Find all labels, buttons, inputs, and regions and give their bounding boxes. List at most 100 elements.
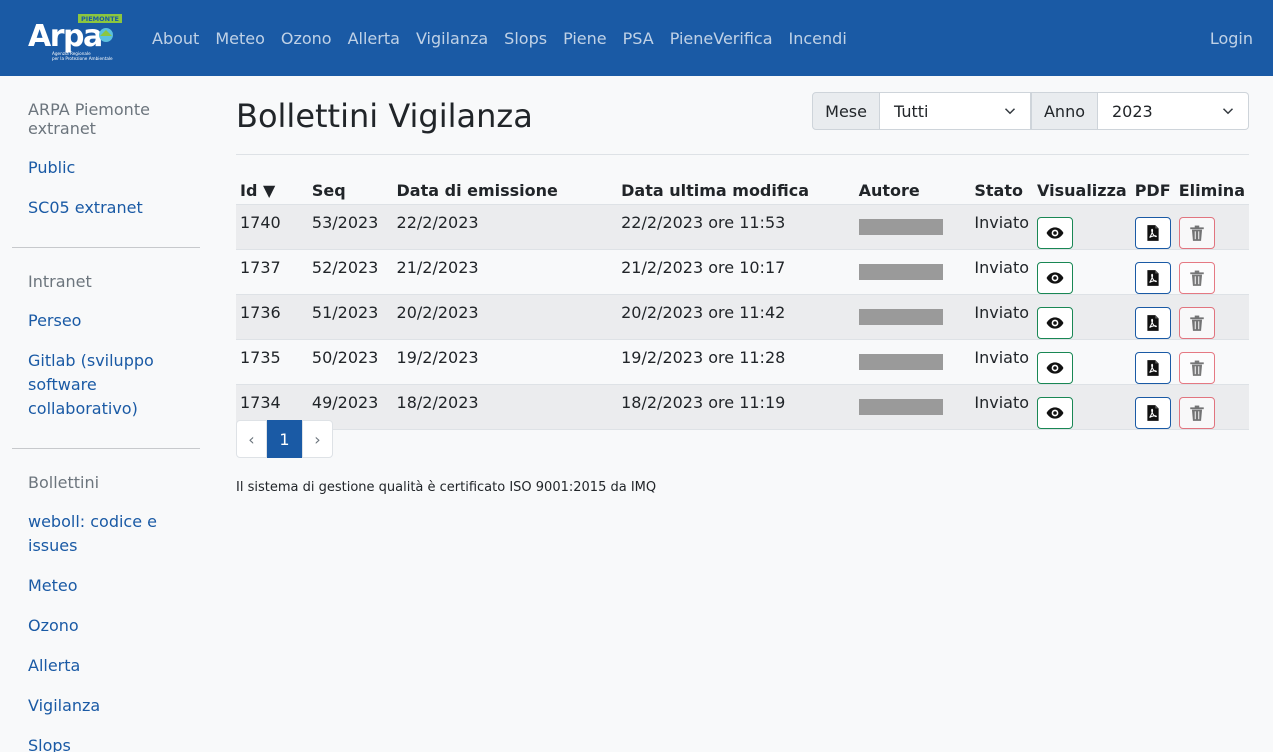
cell-delete — [1174, 339, 1249, 385]
col-view: Visualizza — [1033, 176, 1131, 205]
delete-button[interactable] — [1178, 306, 1215, 339]
year-select[interactable]: 2023 — [1098, 92, 1249, 130]
sidebar-section-intranet: Intranet Perseo Gitlab (sviluppo softwar… — [12, 248, 200, 449]
sidebar-section-bollettini: Bollettini weboll: codice e issues Meteo… — [12, 449, 200, 752]
cell-emission-date: 18/2/2023 — [392, 384, 618, 430]
cell-emission-date: 20/2/2023 — [392, 294, 618, 340]
pdf-button[interactable] — [1134, 396, 1171, 429]
month-select[interactable]: Tutti — [879, 92, 1031, 130]
sidebar-link-sc05-extranet[interactable]: SC05 extranet — [12, 188, 200, 228]
cell-delete — [1174, 204, 1249, 250]
delete-button[interactable] — [1178, 351, 1215, 384]
cell-id: 1737 — [236, 249, 308, 295]
cell-pdf — [1130, 339, 1175, 385]
quality-footer: Il sistema di gestione qualità è certifi… — [236, 480, 657, 495]
cell-view — [1033, 339, 1131, 385]
cell-author — [854, 249, 971, 295]
table-row: 1734 49/2023 18/2/2023 18/2/2023 ore 11:… — [236, 384, 1249, 430]
sidebar-link-slops[interactable]: Slops — [12, 726, 200, 752]
filter-bar: Mese Tutti Anno 2023 — [812, 92, 1249, 130]
nav-slops[interactable]: Slops — [496, 29, 555, 48]
cell-view — [1033, 384, 1131, 430]
table-row: 1740 53/2023 22/2/2023 22/2/2023 ore 11:… — [236, 204, 1249, 250]
nav-about[interactable]: About — [144, 29, 207, 48]
pagination-page[interactable]: 1 — [267, 420, 302, 458]
pagination-prev[interactable]: ‹ — [236, 420, 267, 458]
trash-icon — [1190, 405, 1204, 421]
trash-icon — [1190, 360, 1204, 376]
sidebar: ARPA Piemonte extranet Public SC05 extra… — [12, 76, 200, 752]
pagination-next[interactable]: › — [302, 420, 333, 458]
col-status: Stato — [970, 176, 1034, 205]
col-emission-date: Data di emissione — [392, 176, 618, 205]
redacted-author — [858, 308, 943, 325]
login-link[interactable]: Login — [1210, 0, 1253, 76]
sidebar-link-allerta[interactable]: Allerta — [12, 646, 200, 686]
arpa-logo[interactable]: PIEMONTE Arpa Agenzia Regionale per la P… — [28, 14, 130, 62]
cell-emission-date: 22/2/2023 — [392, 204, 618, 250]
sidebar-link-public[interactable]: Public — [12, 148, 200, 188]
sidebar-link-weboll[interactable]: weboll: codice e issues — [12, 502, 200, 566]
sidebar-link-vigilanza[interactable]: Vigilanza — [12, 686, 200, 726]
table-header-row: Id ▼ Seq Data di emissione Data ultima m… — [236, 176, 1249, 205]
nav-ozono[interactable]: Ozono — [273, 29, 340, 48]
delete-button[interactable] — [1178, 396, 1215, 429]
chevron-down-icon — [1004, 108, 1016, 115]
file-pdf-icon — [1147, 224, 1159, 241]
cell-delete — [1174, 249, 1249, 295]
bulletins-table: Id ▼ Seq Data di emissione Data ultima m… — [236, 176, 1249, 430]
nav-psa[interactable]: PSA — [615, 29, 662, 48]
cell-last-modified: 19/2/2023 ore 11:28 — [617, 339, 855, 385]
cell-pdf — [1130, 204, 1175, 250]
eye-icon — [1046, 316, 1064, 329]
sidebar-link-ozono[interactable]: Ozono — [12, 606, 200, 646]
month-label: Mese — [812, 92, 880, 130]
pdf-button[interactable] — [1134, 216, 1171, 249]
sidebar-heading: Bollettini — [28, 473, 100, 492]
cell-seq: 50/2023 — [307, 339, 393, 385]
nav-allerta[interactable]: Allerta — [340, 29, 408, 48]
cell-last-modified: 21/2/2023 ore 10:17 — [617, 249, 855, 295]
month-select-value: Tutti — [893, 101, 929, 121]
cell-author — [854, 384, 971, 430]
cell-id: 1735 — [236, 339, 308, 385]
cell-seq: 51/2023 — [307, 294, 393, 340]
pdf-button[interactable] — [1134, 261, 1171, 294]
view-button[interactable] — [1037, 261, 1074, 294]
pagination: ‹ 1 › — [236, 420, 333, 458]
view-button[interactable] — [1037, 216, 1074, 249]
cell-seq: 53/2023 — [307, 204, 393, 250]
cell-status: Inviato — [970, 294, 1034, 340]
sidebar-link-meteo[interactable]: Meteo — [12, 566, 200, 606]
sidebar-link-perseo[interactable]: Perseo — [12, 301, 200, 341]
delete-button[interactable] — [1178, 216, 1215, 249]
nav-piene-verifica[interactable]: PieneVerifica — [662, 29, 781, 48]
nav-incendi[interactable]: Incendi — [781, 29, 855, 48]
file-pdf-icon — [1147, 359, 1159, 376]
file-pdf-icon — [1147, 269, 1159, 286]
trash-icon — [1190, 270, 1204, 286]
col-id[interactable]: Id ▼ — [236, 176, 308, 205]
logo-text: Arpa — [28, 19, 102, 54]
view-button[interactable] — [1037, 351, 1074, 384]
cell-author — [854, 339, 971, 385]
col-delete: Elimina — [1174, 176, 1249, 205]
nav-piene[interactable]: Piene — [555, 29, 615, 48]
pdf-button[interactable] — [1134, 351, 1171, 384]
cell-delete — [1174, 294, 1249, 340]
view-button[interactable] — [1037, 396, 1074, 429]
cell-view — [1033, 294, 1131, 340]
cell-view — [1033, 249, 1131, 295]
delete-button[interactable] — [1178, 261, 1215, 294]
nav-meteo[interactable]: Meteo — [207, 29, 273, 48]
cell-author — [854, 294, 971, 340]
cell-status: Inviato — [970, 339, 1034, 385]
file-pdf-icon — [1147, 314, 1159, 331]
pdf-button[interactable] — [1134, 306, 1171, 339]
col-last-modified: Data ultima modifica — [617, 176, 855, 205]
sidebar-link-gitlab[interactable]: Gitlab (sviluppo software collaborativo) — [12, 341, 200, 429]
nav-vigilanza[interactable]: Vigilanza — [408, 29, 496, 48]
view-button[interactable] — [1037, 306, 1074, 339]
eye-icon — [1046, 226, 1064, 239]
redacted-author — [858, 263, 943, 280]
